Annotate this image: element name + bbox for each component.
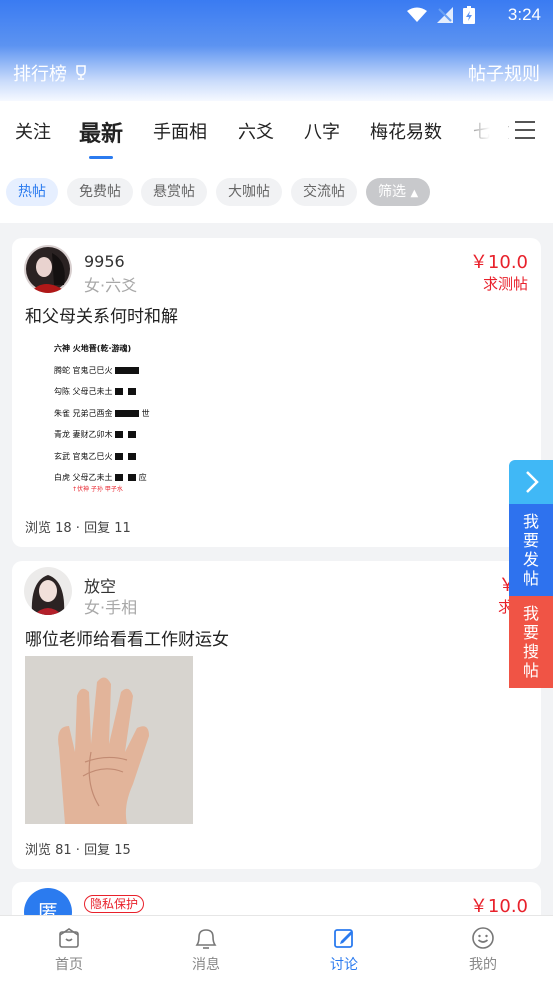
post-stats: 浏览 18 · 回复 11 xyxy=(25,521,131,536)
trophy-icon xyxy=(76,65,86,80)
post-rules-link[interactable]: 帖子规则 xyxy=(468,60,540,86)
username[interactable]: 9956 xyxy=(84,252,125,271)
hexagram-row: 青龙 妻财乙卯木 xyxy=(54,424,204,446)
wifi-icon xyxy=(407,7,427,22)
filter-expert[interactable]: 大咖帖 xyxy=(216,178,282,206)
smile-icon xyxy=(472,927,494,949)
bottom-nav: 首页 消息 讨论 我的 xyxy=(0,915,553,984)
filter-dropdown[interactable]: 筛选 ▲ xyxy=(366,178,431,206)
home-icon xyxy=(59,928,79,948)
palm-photo[interactable] xyxy=(25,656,193,824)
nav-discussion-label: 讨论 xyxy=(330,957,358,973)
status-time: 3:24 xyxy=(507,5,541,24)
hexagram-row-label: 玄武 官鬼乙巳火 xyxy=(54,451,113,461)
post-card[interactable]: 9956 女·六爻 ￥10.0 求测帖 和父母关系何时和解 六神 火地晋(乾·游… xyxy=(12,238,541,547)
hexagram-row-label: 腾蛇 官鬼己巳火 xyxy=(54,365,113,375)
post-card[interactable]: 放空 女·手相 ￥0 求测 哪位老师给看看工作财运女 浏览 81 · 回复 15 xyxy=(12,561,541,869)
nav-messages-label: 消息 xyxy=(192,957,220,973)
edit-icon xyxy=(334,929,353,948)
leaderboard-label: 排行榜 xyxy=(13,64,67,85)
tab-follow[interactable]: 关注 xyxy=(15,118,51,144)
chevron-right-icon xyxy=(526,471,539,493)
hexagram-image[interactable]: 六神 火地晋(乾·游魂) 腾蛇 官鬼己巳火 勾陈 父母己未土 朱雀 兄弟己酉金 … xyxy=(54,338,204,498)
tab-meihua[interactable]: 梅花易数 xyxy=(370,118,442,144)
filter-hot[interactable]: 热帖 xyxy=(6,178,58,206)
post-stats: 浏览 81 · 回复 15 xyxy=(25,843,131,858)
filter-free[interactable]: 免费帖 xyxy=(67,178,133,206)
header: 3:24 排行榜 帖子规则 xyxy=(0,0,553,101)
caret-up-icon: ▲ xyxy=(410,188,419,199)
new-post-button[interactable]: 我要发帖 xyxy=(509,504,553,596)
user-meta: 女·手相 xyxy=(84,598,138,617)
hexagram-row: 腾蛇 官鬼己巳火 xyxy=(54,360,204,382)
shi-marker: 世 xyxy=(141,408,150,418)
filter-discussion[interactable]: 交流帖 xyxy=(291,178,357,206)
status-icons xyxy=(407,6,475,24)
nav-discussion[interactable]: 讨论 xyxy=(304,926,384,974)
status-bar: 3:24 xyxy=(0,0,553,32)
post-title[interactable]: 和父母关系何时和解 xyxy=(25,302,178,327)
privacy-badge: 隐私保护 xyxy=(84,895,145,913)
side-toggle-button[interactable] xyxy=(509,460,553,504)
ying-marker: 应 xyxy=(138,473,147,482)
tab-fade xyxy=(448,101,508,161)
price: ￥10.0 xyxy=(469,252,528,273)
filter-reward[interactable]: 悬赏帖 xyxy=(141,178,207,206)
hexagram-row-label: 勾陈 父母己未土 xyxy=(54,387,113,396)
hexagram-row: 勾陈 父母己未土 xyxy=(54,381,204,403)
tab-palm-face[interactable]: 手面相 xyxy=(153,118,207,144)
nav-mine-label: 我的 xyxy=(469,957,497,973)
avatar[interactable] xyxy=(24,245,72,293)
filter-bar: 热帖 免费帖 悬赏帖 大咖帖 交流帖 筛选 ▲ xyxy=(0,163,553,223)
hexagram-row: 玄武 官鬼乙巳火 xyxy=(54,446,204,468)
menu-icon[interactable] xyxy=(515,121,535,141)
search-post-button[interactable]: 我要搜帖 xyxy=(509,596,553,688)
post-title[interactable]: 哪位老师给看看工作财运女 xyxy=(25,625,229,650)
hexagram-row: 朱雀 兄弟己酉金 世 xyxy=(54,403,204,425)
nav-messages[interactable]: 消息 xyxy=(166,926,246,974)
nav-home[interactable]: 首页 xyxy=(29,926,109,974)
hexagram-row: 白虎 父母乙未土 应 xyxy=(54,471,204,485)
tab-liuyao[interactable]: 六爻 xyxy=(238,118,274,144)
leaderboard-link[interactable]: 排行榜 xyxy=(13,60,89,86)
filter-dropdown-label: 筛选 xyxy=(378,184,406,200)
nav-home-label: 首页 xyxy=(55,957,83,973)
avatar[interactable] xyxy=(24,567,72,615)
hexagram-note: ↑伏神 子孙 甲子水 xyxy=(72,486,123,493)
battery-icon xyxy=(463,6,475,24)
tab-bazi[interactable]: 八字 xyxy=(304,118,340,144)
hexagram-row-label: 白虎 父母乙未土 xyxy=(54,473,113,482)
user-meta: 女·六爻 xyxy=(84,276,138,295)
tab-latest[interactable]: 最新 xyxy=(79,116,123,148)
hexagram-row-label: 青龙 妻财乙卯木 xyxy=(54,430,113,439)
nav-mine[interactable]: 我的 xyxy=(443,926,523,974)
active-tab-indicator xyxy=(89,156,113,159)
no-signal-icon xyxy=(437,7,453,23)
hand-image xyxy=(25,656,193,824)
post-type: 求测帖 xyxy=(482,275,528,293)
hexagram-heading: 六神 火地晋(乾·游魂) xyxy=(54,344,132,353)
hexagram-row-label: 朱雀 兄弟己酉金 xyxy=(54,408,113,418)
bell-icon xyxy=(195,929,217,949)
